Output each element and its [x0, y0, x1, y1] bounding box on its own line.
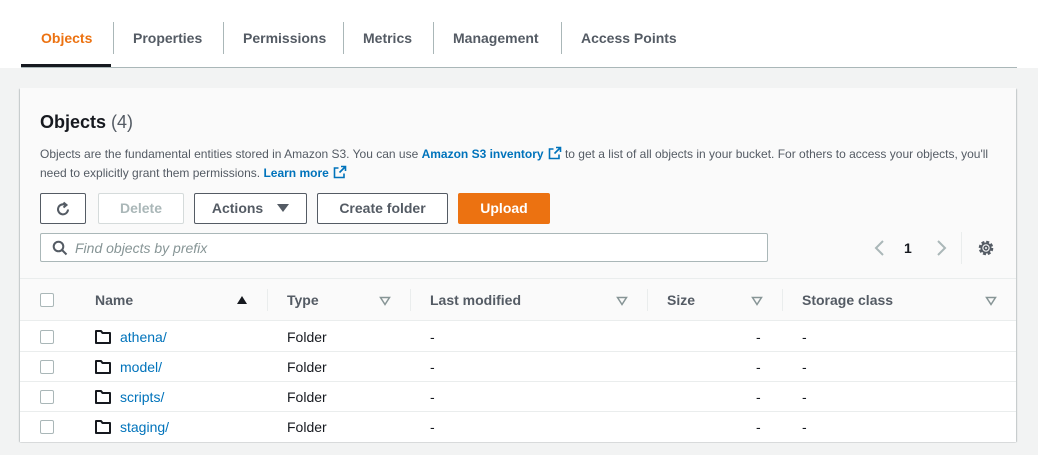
object-size: - [756, 329, 761, 345]
column-header-name[interactable]: Name [95, 279, 133, 321]
tab-properties[interactable]: Properties [113, 22, 222, 54]
caret-down-icon [277, 204, 290, 212]
previous-page-icon[interactable] [870, 236, 890, 260]
sort-ascending-icon[interactable] [236, 295, 248, 305]
tab-management[interactable]: Management [433, 22, 559, 54]
tab-bar: Objects Properties Permissions Metrics M… [0, 0, 1038, 68]
column-header-last-modified[interactable]: Last modified [430, 279, 521, 321]
table-header: Name Type Last modified Size Storage cla… [20, 279, 1016, 321]
row-checkbox[interactable] [40, 420, 54, 434]
object-type: Folder [287, 329, 327, 345]
object-last-modified: - [430, 329, 435, 345]
column-header-size[interactable]: Size [667, 279, 695, 321]
divider [961, 232, 962, 264]
object-type: Folder [287, 359, 327, 375]
object-size: - [756, 359, 761, 375]
object-name-link[interactable]: athena/ [120, 322, 167, 352]
object-storage-class: - [802, 389, 807, 405]
object-last-modified: - [430, 389, 435, 405]
refresh-icon [57, 201, 69, 216]
s3-inventory-link[interactable]: Amazon S3 inventory [422, 146, 562, 161]
sort-icon[interactable] [379, 296, 391, 306]
row-checkbox[interactable] [40, 360, 54, 374]
objects-panel: Objects (4) Objects are the fundamental … [20, 88, 1016, 442]
sort-icon[interactable] [616, 296, 628, 306]
panel-title: Objects (4) [40, 112, 133, 133]
column-header-type[interactable]: Type [287, 279, 319, 321]
table-row[interactable]: scripts/ Folder - - - [20, 382, 1016, 412]
object-type: Folder [287, 389, 327, 405]
object-last-modified: - [430, 419, 435, 435]
object-storage-class: - [802, 329, 807, 345]
table-row[interactable]: athena/ Folder - - - [20, 322, 1016, 352]
sort-icon[interactable] [985, 296, 997, 306]
current-page-number[interactable]: 1 [904, 236, 912, 260]
gear-icon[interactable] [976, 238, 996, 258]
folder-icon [95, 360, 111, 374]
object-name-link[interactable]: scripts/ [120, 382, 164, 412]
refresh-button[interactable] [40, 193, 86, 224]
learn-more-link[interactable]: Learn more [263, 165, 347, 180]
actions-label: Actions [211, 200, 264, 216]
object-storage-class: - [802, 419, 807, 435]
tab-access-points[interactable]: Access Points [561, 22, 697, 54]
object-last-modified: - [430, 359, 435, 375]
object-name-link[interactable]: staging/ [120, 412, 169, 442]
tab-objects[interactable]: Objects [21, 22, 112, 54]
object-size: - [756, 419, 761, 435]
column-divider [267, 289, 268, 311]
object-size: - [756, 389, 761, 405]
row-checkbox[interactable] [40, 390, 54, 404]
active-tab-indicator [21, 64, 111, 67]
column-header-storage-class[interactable]: Storage class [802, 279, 893, 321]
tab-metrics[interactable]: Metrics [343, 22, 432, 54]
external-link-icon [333, 165, 347, 179]
column-divider [782, 289, 783, 311]
tab-strip: Objects Properties Permissions Metrics M… [21, 0, 1017, 68]
panel-title-text: Objects [40, 112, 107, 132]
actions-dropdown-button[interactable]: Actions [194, 193, 307, 224]
object-count: (4) [111, 112, 134, 132]
folder-icon [95, 330, 111, 344]
search-input[interactable] [75, 234, 755, 261]
select-all-checkbox[interactable] [40, 293, 54, 307]
search-icon [52, 240, 68, 256]
table-row[interactable]: staging/ Folder - - - [20, 412, 1016, 442]
folder-icon [95, 420, 111, 434]
delete-button[interactable]: Delete [98, 193, 184, 224]
object-storage-class: - [802, 359, 807, 375]
objects-panel-header: Objects (4) Objects are the fundamental … [20, 88, 1016, 279]
object-type: Folder [287, 419, 327, 435]
folder-icon [95, 390, 111, 404]
sort-icon[interactable] [751, 296, 763, 306]
table-row[interactable]: model/ Folder - - - [20, 352, 1016, 382]
panel-description: Objects are the fundamental entities sto… [40, 145, 1000, 183]
create-folder-button[interactable]: Create folder [317, 193, 448, 224]
row-checkbox[interactable] [40, 330, 54, 344]
tab-permissions[interactable]: Permissions [223, 22, 346, 54]
next-page-icon[interactable] [931, 236, 951, 260]
upload-button[interactable]: Upload [458, 193, 550, 224]
column-divider [647, 289, 648, 311]
object-name-link[interactable]: model/ [120, 352, 162, 382]
column-divider [410, 289, 411, 311]
external-link-icon [548, 146, 561, 160]
description-text-1: Objects are the fundamental entities sto… [40, 147, 422, 161]
search-box [40, 233, 768, 262]
